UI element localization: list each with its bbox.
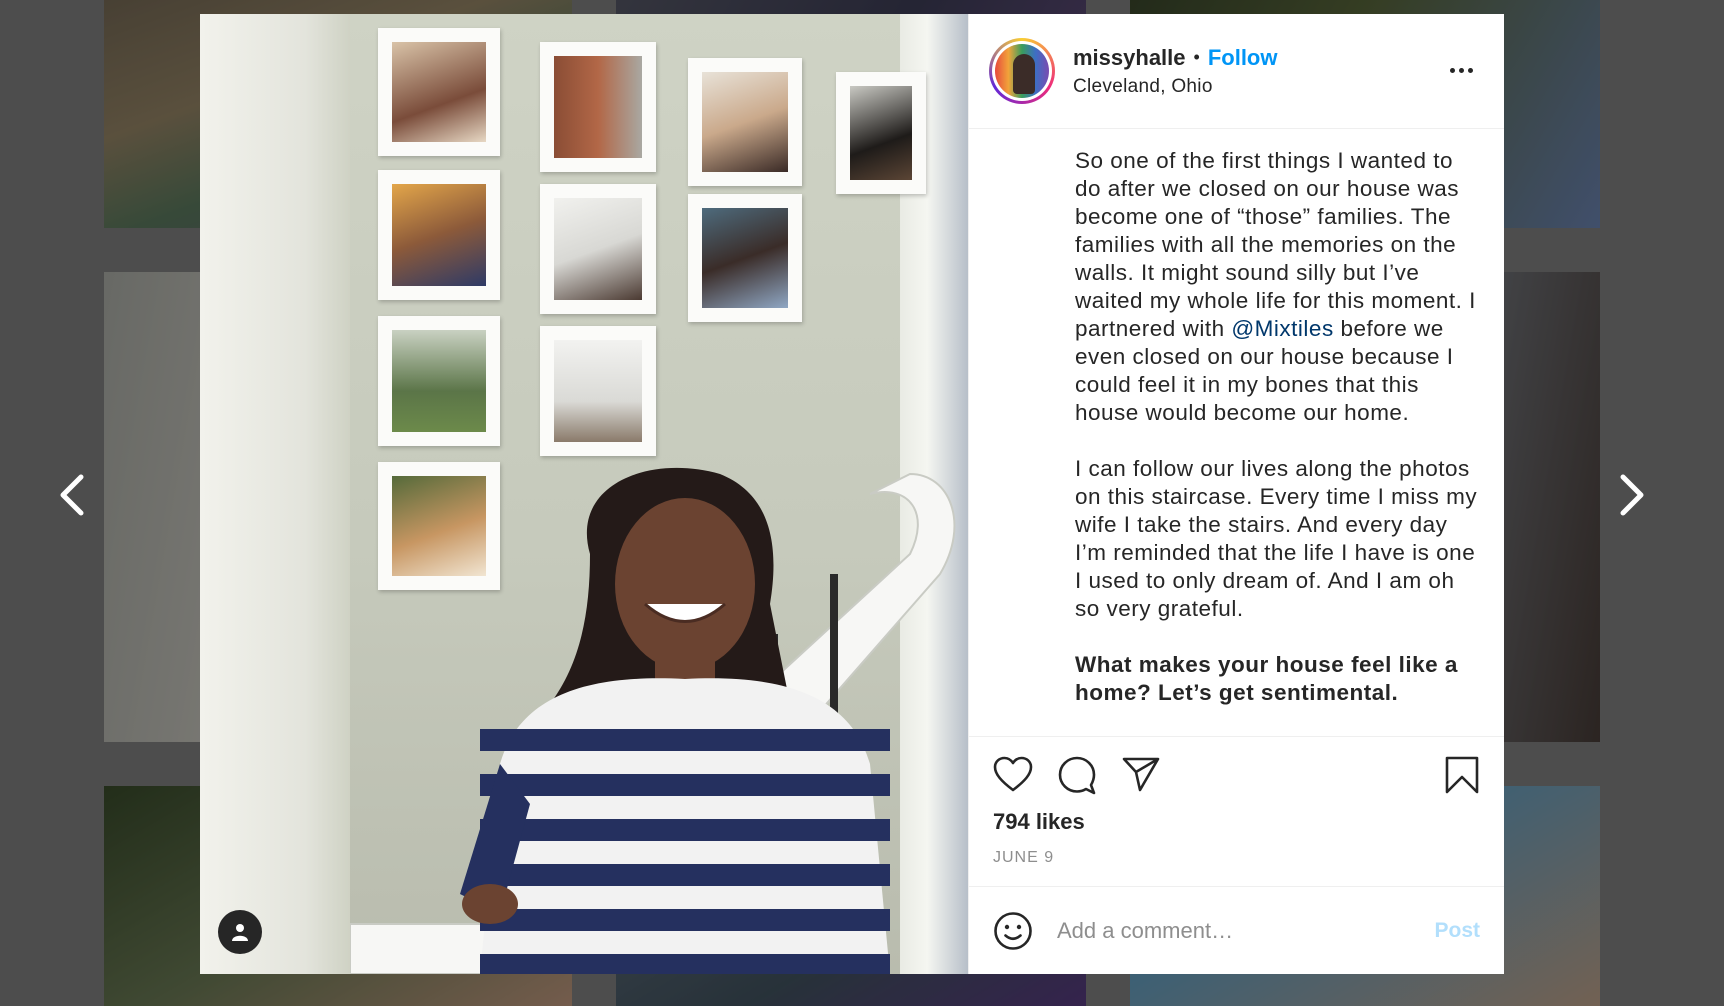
post-modal: missyhalle • Follow Cleveland, Ohio So o… [200, 14, 1504, 974]
avatar-image [995, 44, 1049, 98]
caption-paragraph: I can follow our lives along the photos … [1075, 456, 1478, 621]
user-tag-icon[interactable] [218, 910, 262, 954]
comment-input[interactable] [1057, 917, 1435, 944]
separator-dot: • [1193, 47, 1200, 67]
bookmark-icon [1445, 756, 1479, 794]
caption-paragraph: So one of the first things I wanted to d… [1075, 148, 1476, 425]
username-link[interactable]: missyhalle [1073, 45, 1186, 71]
like-button[interactable] [993, 753, 1037, 797]
mention-link[interactable]: @Mixtiles [1231, 316, 1333, 341]
post-side-panel: missyhalle • Follow Cleveland, Ohio So o… [968, 14, 1504, 974]
comment-icon [1058, 756, 1096, 795]
wall-frame [540, 42, 656, 172]
avatar[interactable] [989, 38, 1055, 104]
follow-button[interactable]: Follow [1208, 45, 1278, 71]
caption-question: What makes your house feel like a home? … [1075, 652, 1458, 705]
wall-frame [378, 316, 500, 446]
likes-count[interactable]: 794 likes [993, 809, 1480, 835]
paper-plane-icon [1122, 757, 1160, 792]
wall-frame [688, 58, 802, 186]
save-button[interactable] [1436, 753, 1480, 797]
wall-frame [378, 28, 500, 156]
wall-frame [540, 326, 656, 456]
wall-frame [378, 170, 500, 300]
person-photo-subject [460, 467, 890, 974]
wall-frame [836, 72, 926, 194]
post-photo[interactable] [200, 14, 968, 974]
wall-frame [688, 194, 802, 322]
comment-button[interactable] [1057, 753, 1101, 797]
share-button[interactable] [1121, 753, 1165, 797]
wall-frame [540, 184, 656, 314]
more-options-icon[interactable] [1446, 58, 1476, 82]
chevron-left-icon [60, 474, 84, 516]
location-link[interactable]: Cleveland, Ohio [1073, 76, 1277, 98]
comment-bar: Post [969, 886, 1504, 974]
next-post-button[interactable] [1608, 468, 1656, 522]
previous-post-button[interactable] [48, 468, 96, 522]
chevron-right-icon [1620, 474, 1644, 516]
photo-wall-pillar [200, 14, 350, 974]
heart-icon [993, 756, 1033, 792]
post-header: missyhalle • Follow Cleveland, Ohio [969, 14, 1504, 129]
post-caption: So one of the first things I wanted to d… [969, 129, 1504, 736]
post-actions: 794 likes JUNE 9 [969, 736, 1504, 886]
smiley-icon[interactable] [993, 911, 1033, 951]
post-date[interactable]: JUNE 9 [993, 849, 1480, 867]
user-silhouette-icon [232, 924, 248, 941]
post-comment-button[interactable]: Post [1434, 919, 1480, 943]
